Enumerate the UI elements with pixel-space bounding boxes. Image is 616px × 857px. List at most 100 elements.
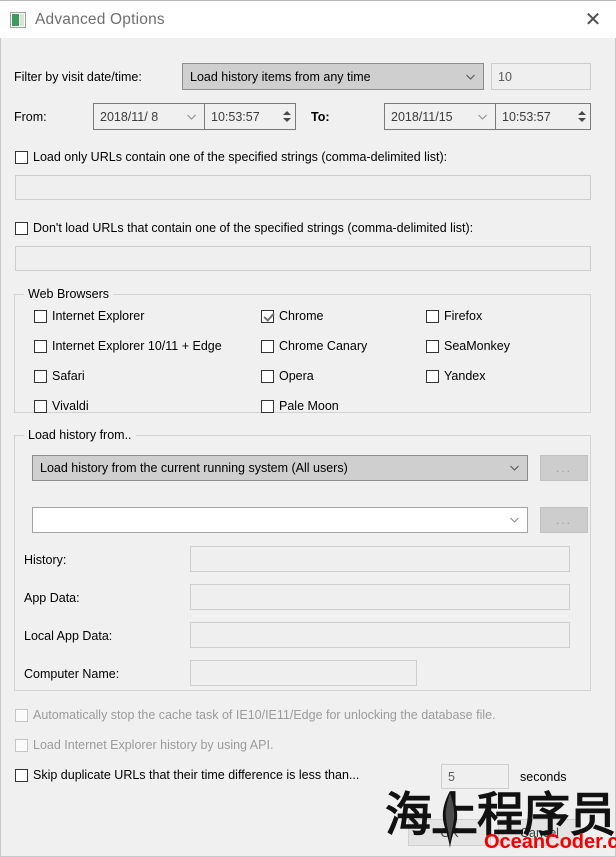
skip-seconds-label: seconds [520,770,567,784]
spinner-up-icon[interactable] [578,111,586,115]
from-datetime[interactable]: 2018/11/ 8 10:53:57 [93,103,296,130]
spinner-up-icon[interactable] [283,111,291,115]
browser-checkbox-vivaldi[interactable]: Vivaldi [34,399,89,413]
profile-browse-button[interactable]: ... [540,507,588,533]
to-datetime[interactable]: 2018/11/15 10:53:57 [384,103,591,130]
checkbox-icon[interactable] [15,151,28,164]
to-time-value: 10:53:57 [502,110,551,124]
from-time-value: 10:53:57 [211,110,260,124]
include-urls-label: Load only URLs contain one of the specif… [33,150,447,164]
include-urls-input[interactable] [15,175,591,200]
chevron-down-icon [186,111,197,122]
filter-count-input[interactable]: 10 [491,63,591,90]
browser-checkbox-seamonkey[interactable]: SeaMonkey [426,339,510,353]
filter-date-combo[interactable]: Load history items from any time [182,63,484,90]
checkbox-icon[interactable] [34,310,47,323]
include-urls-checkbox[interactable]: Load only URLs contain one of the specif… [15,150,447,164]
spinner-down-icon[interactable] [578,118,586,122]
skip-seconds-input[interactable]: 5 [441,764,509,789]
browser-checkbox-pale-moon[interactable]: Pale Moon [261,399,339,413]
app-icon [10,12,26,28]
browser-label: Firefox [444,309,482,323]
from-date-picker[interactable]: 2018/11/ 8 [94,104,204,129]
chevron-down-icon [509,515,520,526]
checkbox-icon[interactable] [15,769,28,782]
app-data-input[interactable] [190,584,570,610]
window-titlebar: Advanced Options ✕ [0,0,616,38]
checkbox-icon[interactable] [261,400,274,413]
to-label: To: [311,110,330,124]
to-date-picker[interactable]: 2018/11/15 [385,104,495,129]
browser-checkbox-chrome[interactable]: Chrome [261,309,323,323]
from-label: From: [14,110,47,124]
filter-date-combo-value: Load history items from any time [190,70,371,84]
checkbox-icon[interactable] [426,310,439,323]
checkbox-icon[interactable] [34,370,47,383]
browser-label: Chrome Canary [279,339,367,353]
checkbox-icon[interactable] [261,340,274,353]
checkbox-icon [15,739,28,752]
dialog-client-area: Filter by visit date/time: Load history … [0,38,616,857]
browser-checkbox-internet-explorer[interactable]: Internet Explorer [34,309,144,323]
load-history-group: Load history from.. Load history from th… [14,435,591,691]
browser-checkbox-safari[interactable]: Safari [34,369,85,383]
browser-label: Vivaldi [52,399,89,413]
local-app-data-input[interactable] [190,622,570,648]
browser-label: Yandex [444,369,485,383]
from-time-spinner[interactable] [278,104,295,129]
to-time-spinner[interactable] [573,104,590,129]
history-source-combo[interactable]: Load history from the current running sy… [32,455,528,481]
checkbox-icon[interactable] [15,222,28,235]
browser-label: SeaMonkey [444,339,510,353]
from-date-value: 2018/11/ 8 [100,110,158,124]
chevron-down-icon [509,463,520,474]
checkbox-icon[interactable] [34,400,47,413]
browser-label: Chrome [279,309,323,323]
checkbox-icon[interactable] [426,370,439,383]
close-icon[interactable]: ✕ [570,1,616,39]
browser-label: Internet Explorer 10/11 + Edge [52,339,222,353]
exclude-urls-label: Don't load URLs that contain one of the … [33,221,473,235]
local-app-data-label: Local App Data: [24,629,112,643]
history-source-value: Load history from the current running sy… [40,461,348,475]
checkbox-icon[interactable] [34,340,47,353]
profile-combo[interactable] [32,507,528,533]
chevron-down-icon [465,71,476,82]
computer-name-input[interactable] [190,660,417,686]
history-source-browse-button[interactable]: ... [540,455,588,481]
auto-stop-cache-label: Automatically stop the cache task of IE1… [33,708,496,722]
filter-count-value: 10 [498,70,512,84]
ok-button[interactable]: OK [408,819,491,846]
history-path-label: History: [24,553,66,567]
exclude-urls-checkbox[interactable]: Don't load URLs that contain one of the … [15,221,473,235]
browser-checkbox-yandex[interactable]: Yandex [426,369,485,383]
history-path-input[interactable] [190,546,570,572]
ie-api-checkbox: Load Internet Explorer history by using … [15,738,273,752]
ie-api-label: Load Internet Explorer history by using … [33,738,273,752]
spinner-down-icon[interactable] [283,118,291,122]
cancel-button[interactable]: Cancel [498,819,581,846]
checkbox-icon [15,709,28,722]
skip-duplicate-urls-label: Skip duplicate URLs that their time diff… [33,768,359,782]
browser-checkbox-opera[interactable]: Opera [261,369,314,383]
browser-checkbox-ie10-11-edge[interactable]: Internet Explorer 10/11 + Edge [34,339,222,353]
browser-label: Pale Moon [279,399,339,413]
load-history-group-title: Load history from.. [24,428,136,442]
browser-label: Opera [279,369,314,383]
web-browsers-group-title: Web Browsers [24,287,113,301]
skip-duplicate-urls-checkbox[interactable]: Skip duplicate URLs that their time diff… [15,768,359,782]
computer-name-label: Computer Name: [24,667,119,681]
from-time-picker[interactable]: 10:53:57 [205,104,278,129]
browser-checkbox-firefox[interactable]: Firefox [426,309,482,323]
skip-seconds-value: 5 [448,770,455,784]
filter-date-label: Filter by visit date/time: [14,70,142,84]
browser-label: Safari [52,369,85,383]
exclude-urls-input[interactable] [15,246,591,271]
checkbox-icon[interactable] [261,310,274,323]
window-title: Advanced Options [35,11,165,29]
to-time-picker[interactable]: 10:53:57 [496,104,573,129]
checkbox-icon[interactable] [426,340,439,353]
checkbox-icon[interactable] [261,370,274,383]
browser-checkbox-chrome-canary[interactable]: Chrome Canary [261,339,367,353]
browser-label: Internet Explorer [52,309,144,323]
